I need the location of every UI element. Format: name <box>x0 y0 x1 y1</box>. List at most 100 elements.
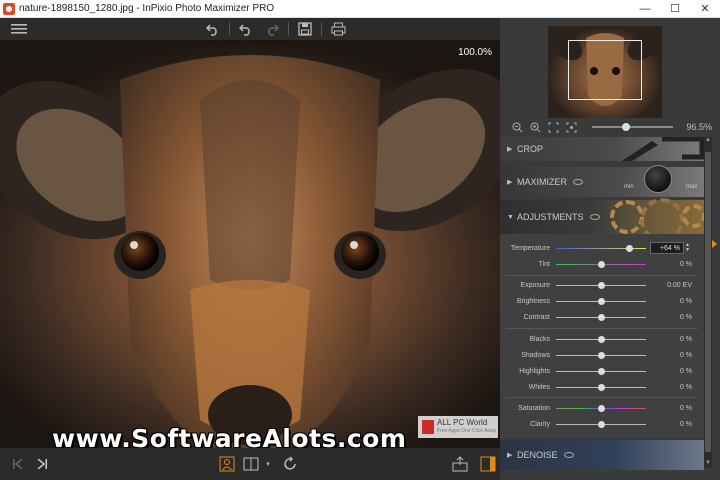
toolbar-divider <box>321 22 322 36</box>
temperature-value-field[interactable]: +64 % <box>650 242 684 254</box>
clarity-value: 0 % <box>679 420 692 428</box>
slider-thumb[interactable] <box>597 313 605 321</box>
adjustment-row-whites: Whites 0 % <box>500 380 704 394</box>
blacks-value: 0 % <box>679 335 692 343</box>
slider-thumb[interactable] <box>597 420 605 428</box>
maximizer-knob[interactable] <box>644 165 672 193</box>
minimize-button[interactable]: — <box>630 0 660 18</box>
blacks-slider[interactable] <box>556 335 646 343</box>
navigator-viewport-rect[interactable] <box>568 40 642 100</box>
tint-slider[interactable] <box>556 260 646 268</box>
chevron-down-icon: ▼ <box>507 213 514 221</box>
title-bar: nature-1898150_1280.jpg - InPixio Photo … <box>0 0 720 18</box>
scroll-down-icon[interactable]: ▼ <box>704 460 712 468</box>
single-view-icon[interactable] <box>215 452 239 476</box>
zoom-out-icon[interactable] <box>510 120 526 134</box>
clarity-slider[interactable] <box>556 420 646 428</box>
temperature-spinner[interactable]: ▲ ▼ <box>685 242 692 254</box>
denoise-section-header[interactable]: ▶ DENOISE <box>500 440 704 470</box>
visibility-eye-icon[interactable] <box>573 179 584 185</box>
contrast-label: Contrast <box>523 313 550 321</box>
adjustment-row-exposure: Exposure 0.00 EV <box>500 278 704 292</box>
crop-tool-illustration <box>622 137 704 161</box>
crop-label: CROP <box>517 144 544 154</box>
adjustments-divider <box>506 275 698 276</box>
visibility-eye-icon[interactable] <box>589 214 600 220</box>
slider-thumb[interactable] <box>626 244 634 252</box>
zoom-slider[interactable] <box>591 123 674 131</box>
actual-size-icon[interactable] <box>564 120 580 134</box>
menu-icon[interactable] <box>6 18 32 40</box>
adjustment-row-temperature: Temperature +64 % ▲ ▼ <box>500 241 704 255</box>
slider-thumb[interactable] <box>597 351 605 359</box>
clarity-label: Clarity <box>530 420 550 428</box>
allpcworld-badge: ALL PC World Free Apps One Click Away <box>418 416 498 438</box>
contrast-slider[interactable] <box>556 313 646 321</box>
toggle-panel-icon[interactable] <box>476 452 500 476</box>
collapse-panel-icon[interactable] <box>712 240 717 248</box>
shadows-slider[interactable] <box>556 351 646 359</box>
save-icon[interactable] <box>292 18 318 40</box>
saturation-value: 0 % <box>679 404 692 412</box>
adjustment-row-contrast: Contrast 0 % <box>500 310 704 324</box>
main-toolbar <box>0 18 500 40</box>
visibility-eye-icon[interactable] <box>563 452 574 458</box>
saturation-slider[interactable] <box>556 404 646 412</box>
redo-icon[interactable] <box>259 18 285 40</box>
maximizer-section-header[interactable]: ▶ MAXIMIZER <box>500 167 704 197</box>
rotate-icon[interactable] <box>279 452 303 476</box>
temperature-label: Temperature <box>510 244 550 252</box>
slider-thumb[interactable] <box>597 404 605 412</box>
highlights-value: 0 % <box>679 367 692 375</box>
fit-to-screen-icon[interactable] <box>546 120 562 134</box>
slider-thumb[interactable] <box>597 281 605 289</box>
panel-scrollbar-thumb[interactable] <box>705 152 711 452</box>
compare-view-icon[interactable] <box>239 452 263 476</box>
slider-thumb[interactable] <box>597 335 605 343</box>
knob-max-label: max <box>686 184 698 190</box>
export-icon[interactable] <box>449 452 473 476</box>
close-button[interactable]: ✕ <box>690 0 720 18</box>
print-icon[interactable] <box>325 18 351 40</box>
gear-decoration-icon <box>610 200 644 234</box>
undo-all-icon[interactable] <box>233 18 259 40</box>
undo-icon[interactable] <box>200 18 226 40</box>
scroll-up-icon[interactable]: ▲ <box>704 137 712 145</box>
gear-decoration-icon <box>682 204 706 228</box>
exposure-slider[interactable] <box>556 281 646 289</box>
slider-thumb[interactable] <box>597 367 605 375</box>
slider-thumb[interactable] <box>597 260 605 268</box>
tint-value: 0 % <box>679 260 692 268</box>
shadows-label: Shadows <box>521 351 550 359</box>
maximize-button[interactable]: ☐ <box>660 0 690 18</box>
window-title: nature-1898150_1280.jpg - InPixio Photo … <box>19 3 275 14</box>
previous-image-icon[interactable] <box>6 452 30 476</box>
app-icon <box>3 2 15 15</box>
next-image-icon[interactable] <box>30 452 54 476</box>
contrast-value: 0 % <box>679 313 692 321</box>
highlights-label: Highlights <box>519 367 550 375</box>
chevron-down-icon[interactable]: ▾ <box>263 452 273 476</box>
denoise-label: DENOISE <box>517 450 558 460</box>
photo-canvas[interactable]: 100.0% <box>0 40 500 448</box>
brightness-slider[interactable] <box>556 297 646 305</box>
adjustments-divider <box>506 397 698 398</box>
adjustment-row-tint: Tint 0 % <box>500 257 704 271</box>
slider-thumb[interactable] <box>597 297 605 305</box>
whites-label: Whites <box>528 383 550 391</box>
highlights-slider[interactable] <box>556 367 646 375</box>
exposure-value: 0.00 EV <box>667 281 692 289</box>
window-controls: — ☐ ✕ <box>630 0 720 18</box>
chevron-right-icon: ▶ <box>507 452 513 459</box>
zoom-slider-thumb[interactable] <box>621 123 630 131</box>
shadows-value: 0 % <box>679 351 692 359</box>
slider-thumb[interactable] <box>597 383 605 391</box>
whites-slider[interactable] <box>556 383 646 391</box>
whites-value: 0 % <box>679 383 692 391</box>
saturation-label: Saturation <box>518 404 550 412</box>
toolbar-divider <box>229 22 230 36</box>
navigator-thumbnail[interactable] <box>548 26 662 118</box>
temperature-slider[interactable] <box>556 244 646 252</box>
adjustment-row-highlights: Highlights 0 % <box>500 364 704 378</box>
zoom-in-icon[interactable] <box>528 120 544 134</box>
